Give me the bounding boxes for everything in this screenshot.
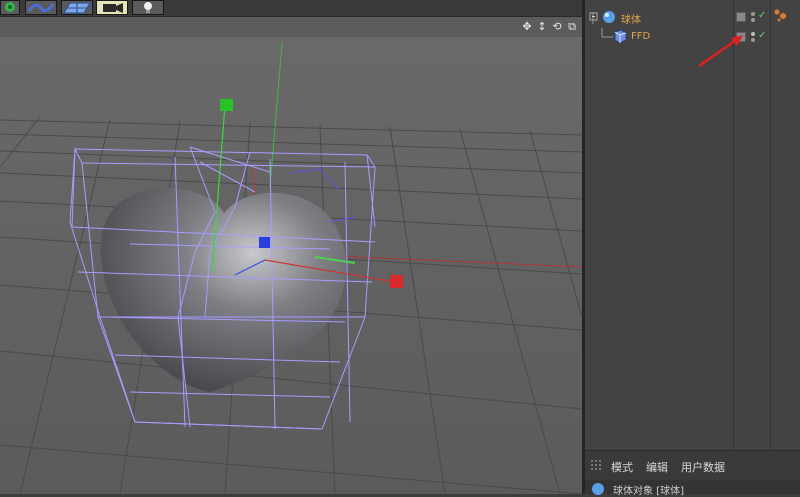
ffd-icon bbox=[601, 28, 627, 44]
visibility-dot-render[interactable] bbox=[751, 38, 755, 42]
3d-viewport[interactable]: ✥ ↕ ⟲ ⧉ bbox=[0, 17, 582, 494]
visibility-dot-editor[interactable] bbox=[751, 32, 755, 36]
camera-icon[interactable] bbox=[96, 0, 128, 15]
red-arrow-annotation bbox=[698, 35, 743, 67]
object-name-sphere: 球体 bbox=[621, 15, 641, 26]
visibility-dot-render[interactable] bbox=[751, 18, 755, 22]
z-axis-handle[interactable] bbox=[259, 237, 270, 248]
object-row-sphere[interactable]: 球体 ✓ bbox=[585, 8, 800, 26]
enabled-check-icon[interactable]: ✓ bbox=[758, 30, 766, 41]
x-axis-handle[interactable] bbox=[390, 275, 403, 288]
tab-mode[interactable]: 模式 bbox=[611, 459, 633, 475]
visibility-dot-editor[interactable] bbox=[751, 12, 755, 16]
attributes-tabs-bar: 模式 编辑 用户数据 bbox=[585, 450, 800, 481]
object-name-ffd: FFD bbox=[631, 31, 651, 42]
grid-floor-icon[interactable] bbox=[61, 0, 93, 15]
tab-edit[interactable]: 编辑 bbox=[646, 459, 668, 475]
enabled-check-icon[interactable]: ✓ bbox=[758, 10, 766, 21]
attributes-footer: 球体对象 [球体] bbox=[585, 480, 800, 497]
move-view-icon[interactable]: ✥ bbox=[521, 21, 533, 33]
viewport-nav: ✥ ↕ ⟲ ⧉ bbox=[521, 21, 578, 33]
tree-expand-icon[interactable] bbox=[588, 8, 618, 26]
grip-icon[interactable] bbox=[591, 460, 603, 472]
tab-user-data[interactable]: 用户数据 bbox=[681, 459, 725, 475]
layer-icon[interactable] bbox=[736, 12, 746, 22]
wave-icon[interactable] bbox=[25, 0, 57, 15]
y-axis-handle[interactable] bbox=[220, 99, 233, 111]
object-manager: 球体 ✓ FFD ✓ bbox=[585, 0, 800, 494]
leaf-icon[interactable] bbox=[0, 0, 20, 15]
object-title: 球体对象 [球体] bbox=[613, 486, 684, 497]
zoom-view-icon[interactable]: ↕ bbox=[536, 21, 548, 33]
object-row-ffd[interactable]: FFD ✓ bbox=[585, 28, 800, 46]
light-bulb-icon[interactable] bbox=[132, 0, 164, 15]
toolbar bbox=[0, 0, 582, 17]
material-tag-icon[interactable] bbox=[773, 8, 789, 24]
maximize-view-icon[interactable]: ⧉ bbox=[566, 21, 578, 33]
column-divider-2 bbox=[770, 0, 771, 450]
rotate-view-icon[interactable]: ⟲ bbox=[551, 21, 563, 33]
